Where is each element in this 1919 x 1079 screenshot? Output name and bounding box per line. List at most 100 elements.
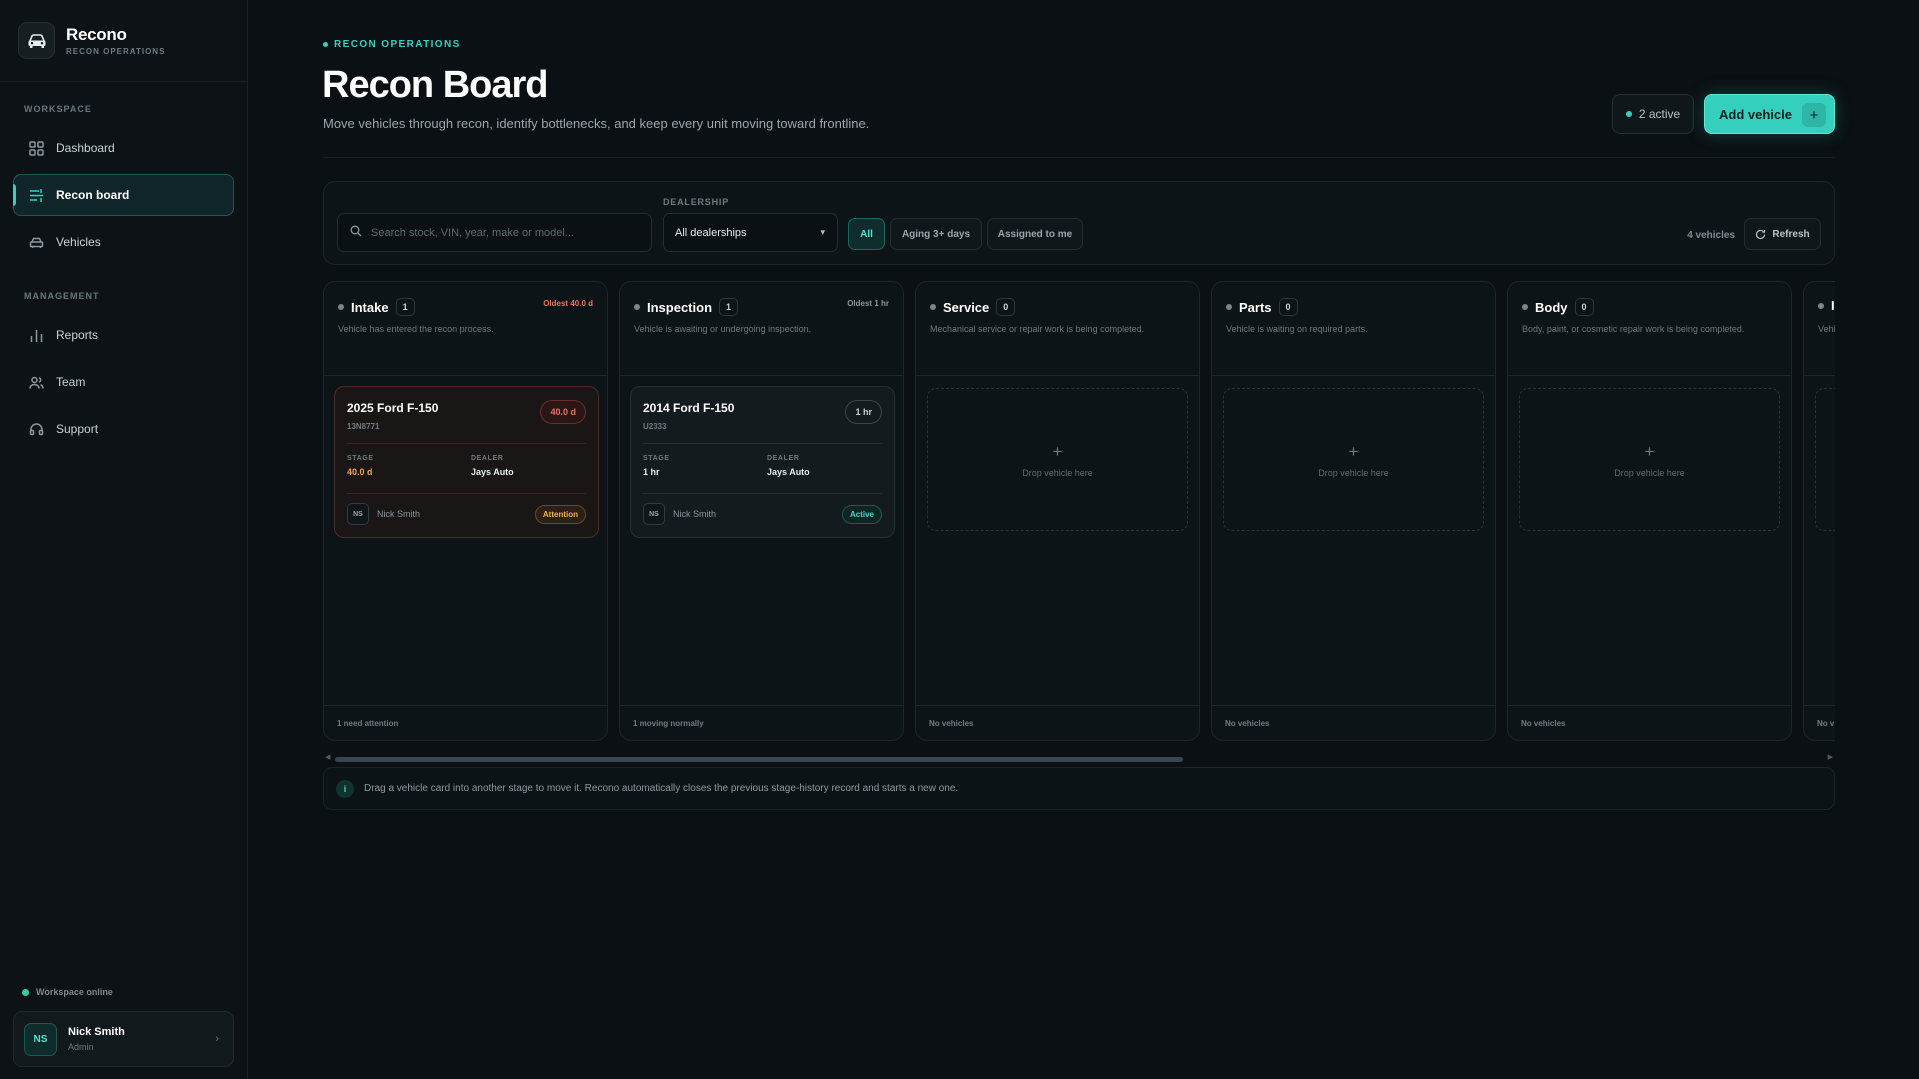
plus-icon: + [1802,103,1826,127]
drop-zone[interactable]: + Drop vehicle here [1223,388,1484,531]
add-vehicle-button[interactable]: Add vehicle + [1704,94,1835,134]
dealership-select[interactable]: All dealerships ▾ [663,213,838,252]
page-eyebrow: RECON OPERATIONS [323,39,461,50]
grid-icon [28,140,44,156]
drop-zone[interactable]: + Drop vehicle here [1519,388,1780,531]
user-menu[interactable]: NS Nick Smith Admin › [13,1011,234,1067]
filter-assigned-to-me[interactable]: Assigned to me [987,218,1083,250]
column-dot-icon [1226,304,1232,310]
plus-icon: + [1052,441,1063,461]
card-divider [643,443,882,444]
brand[interactable]: Recono RECON OPERATIONS [18,22,165,59]
search-input[interactable] [371,226,631,239]
workspace-status: Workspace online [22,987,113,997]
dealer-label: DEALER [471,455,504,462]
column-count: 1 [719,298,739,316]
assignee-name: Nick Smith [377,509,421,519]
vehicle-card[interactable]: 2025 Ford F-150 13N8771 40.0 d STAGE 40.… [334,386,599,538]
avatar: NS [24,1022,57,1056]
dealer-field: DEALER Jays Auto [471,455,514,477]
stage-label: STAGE [347,455,374,462]
app-root: Recono RECON OPERATIONS WORKSPACE Dashbo… [0,0,1919,1079]
column-footer: 1 need attention [324,705,607,740]
sidebar-item-reports[interactable]: Reports [13,314,234,356]
drop-zone-label: Drop vehicle here [1022,467,1093,478]
active-count-badge[interactable]: 2 active [1612,94,1694,134]
drop-zone-label: Drop vehicle here [1318,467,1389,478]
user-role: Admin [68,1042,94,1052]
sidebar-item-label: Vehicles [56,235,101,249]
board-scrollbar[interactable]: ◀ ▶ [323,753,1835,765]
sidebar-item-team[interactable]: Team [13,361,234,403]
column-service: Service 0 Mechanical service or repair w… [915,281,1200,741]
column-oldest: Oldest 1 hr [847,299,889,308]
column-dot-icon [930,304,936,310]
drop-zone[interactable]: + Drop vehicle here [927,388,1188,531]
header-divider [323,157,1835,158]
avatar: NS [347,503,369,525]
column-title: I [1831,298,1835,313]
column-description: Vehicle is waiting on required parts. [1226,324,1368,334]
filter-aging[interactable]: Aging 3+ days [890,218,982,250]
car-icon [28,234,44,250]
sidebar: Recono RECON OPERATIONS WORKSPACE Dashbo… [0,0,248,1079]
status-badge: Attention [534,505,586,524]
online-dot-icon [22,988,29,996]
sidebar-item-dashboard[interactable]: Dashboard [13,127,234,169]
stage-field: STAGE 40.0 d [347,455,374,477]
column-intake: Intake 1 Oldest 40.0 d Vehicle has enter… [323,281,608,741]
column-dot-icon [634,304,640,310]
brand-subtitle: RECON OPERATIONS [66,47,166,56]
column-header: Inspection 1 Oldest 1 hr Vehicle is awai… [620,282,903,376]
column-title: Inspection [647,299,713,315]
filter-all[interactable]: All [848,218,885,250]
sidebar-item-vehicles[interactable]: Vehicles [13,221,234,263]
vehicle-stock: 13N8771 [347,422,380,431]
page-description: Move vehicles through recon, identify bo… [323,116,870,131]
dealer-value: Jays Auto [471,467,514,477]
add-vehicle-label: Add vehicle [1719,106,1792,122]
users-icon [28,374,44,390]
sidebar-item-label: Team [56,375,86,389]
column-footer: No v [1804,705,1835,740]
column-header: Parts 0 Vehicle is waiting on required p… [1212,282,1495,376]
chevron-right-icon: › [215,1033,219,1045]
bar-chart-icon [28,327,44,343]
car-logo-icon [18,22,55,59]
card-divider [347,493,586,494]
eyebrow-label: RECON OPERATIONS [334,39,461,50]
scroll-right-icon[interactable]: ▶ [1828,753,1833,761]
column-dot-icon [1818,302,1824,309]
scrollbar-thumb[interactable] [335,757,1183,762]
board-icon [28,187,44,203]
eyebrow-dot-icon [323,42,328,47]
column-body: Body 0 Body, paint, or cosmetic repair w… [1507,281,1792,741]
sidebar-item-support[interactable]: Support [13,408,234,450]
column-header: I Vehi [1804,282,1835,376]
card-divider [347,443,586,444]
stage-label: STAGE [643,455,670,462]
scroll-left-icon[interactable]: ◀ [325,753,330,761]
page-title: Recon Board [322,64,548,106]
dealership-label: DEALERSHIP [663,197,730,207]
filter-toolbar: DEALERSHIP All dealerships ▾ All Aging 3… [323,181,1835,265]
column-partial: I Vehi No v [1803,281,1835,741]
dealer-value: Jays Auto [767,467,810,477]
column-count: 0 [1278,298,1298,316]
nav-section-workspace: WORKSPACE [24,104,92,114]
sidebar-item-label: Reports [56,328,99,342]
dealership-value: All dealerships [675,226,747,239]
assignee-name: Nick Smith [673,509,717,519]
hint-bar: i Drag a vehicle card into another stage… [323,767,1835,810]
dealer-field: DEALER Jays Auto [767,455,810,477]
workspace-status-label: Workspace online [36,987,113,997]
vehicle-card[interactable]: 2014 Ford F-150 U2333 1 hr STAGE 1 hr DE… [630,386,895,538]
vehicle-title: 2025 Ford F-150 [347,401,439,415]
drop-zone[interactable] [1815,388,1835,531]
sidebar-item-recon-board[interactable]: Recon board [13,174,234,216]
column-description: Body, paint, or cosmetic repair work is … [1522,324,1745,334]
hint-text: Drag a vehicle card into another stage t… [364,783,959,794]
refresh-button[interactable]: Refresh [1744,218,1821,250]
avatar: NS [643,503,665,525]
search-box[interactable] [337,213,652,252]
